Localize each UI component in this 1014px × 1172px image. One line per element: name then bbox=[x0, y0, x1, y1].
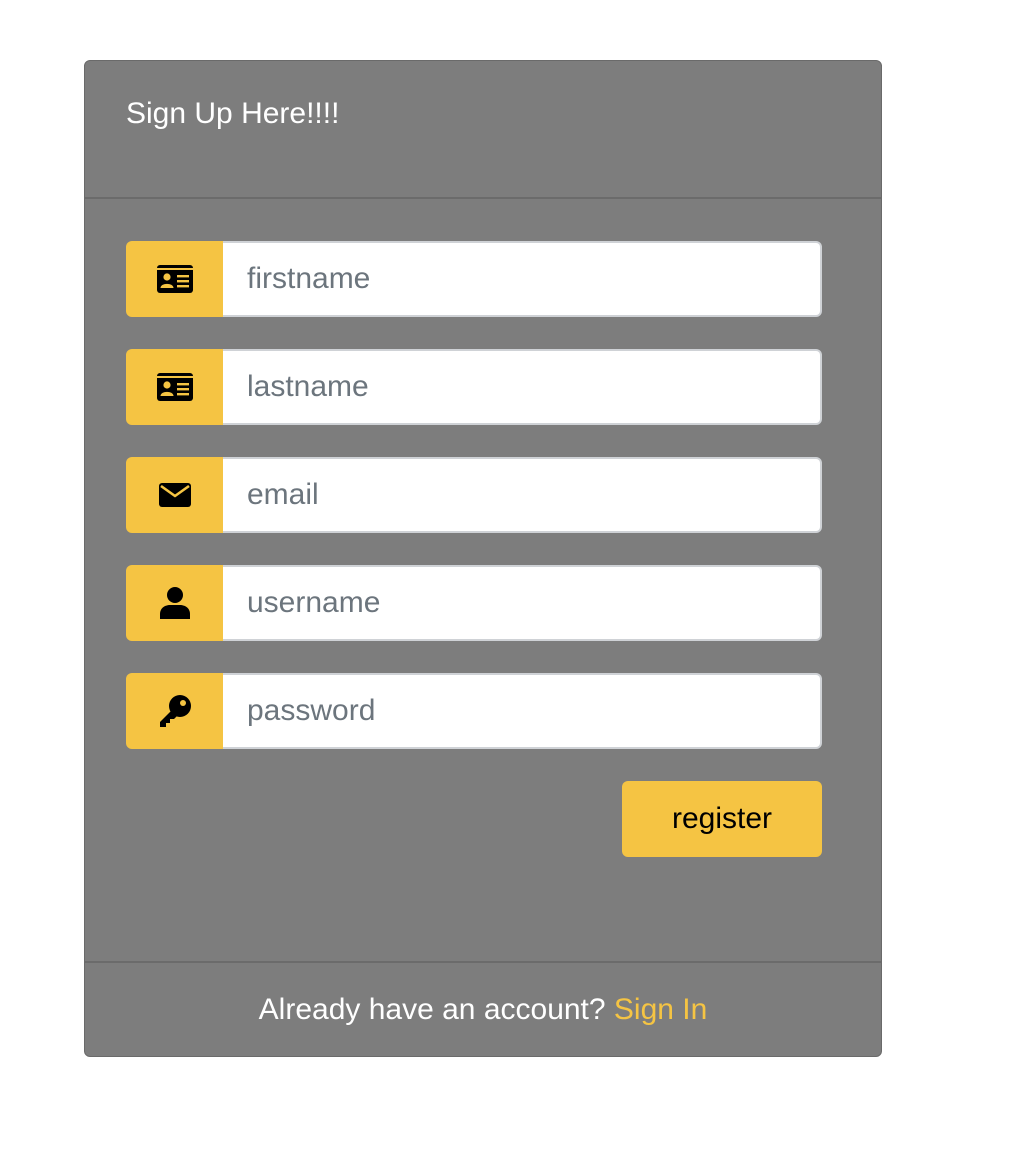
signin-link[interactable]: Sign In bbox=[614, 993, 707, 1026]
password-input[interactable] bbox=[223, 673, 822, 749]
signup-form: register bbox=[85, 199, 881, 961]
password-addon bbox=[126, 673, 223, 749]
lastname-input[interactable] bbox=[223, 349, 822, 425]
id-card-icon bbox=[156, 373, 193, 401]
signin-prompt: Already have an account? Sign In bbox=[259, 992, 708, 1028]
username-addon bbox=[126, 565, 223, 641]
firstname-group bbox=[126, 241, 822, 317]
email-addon bbox=[126, 457, 223, 533]
firstname-input[interactable] bbox=[223, 241, 822, 317]
id-card-icon bbox=[156, 265, 193, 293]
key-icon bbox=[158, 694, 192, 728]
register-button[interactable]: register bbox=[622, 781, 822, 857]
card-footer: Already have an account? Sign In bbox=[85, 961, 881, 1056]
email-input[interactable] bbox=[223, 457, 822, 533]
page-title: Sign Up Here!!!! bbox=[126, 97, 340, 130]
signin-prompt-text: Already have an account? bbox=[258, 992, 606, 1026]
envelope-icon bbox=[158, 483, 191, 507]
signup-card: Sign Up Here!!!! firstname lastname emai… bbox=[84, 60, 882, 1057]
card-header: Sign Up Here!!!! bbox=[85, 61, 881, 199]
lastname-addon bbox=[126, 349, 223, 425]
username-input[interactable] bbox=[223, 565, 822, 641]
firstname-addon bbox=[126, 241, 223, 317]
lastname-group bbox=[126, 349, 822, 425]
password-group bbox=[126, 673, 822, 749]
user-icon bbox=[159, 587, 190, 619]
username-group bbox=[126, 565, 822, 641]
email-group bbox=[126, 457, 822, 533]
